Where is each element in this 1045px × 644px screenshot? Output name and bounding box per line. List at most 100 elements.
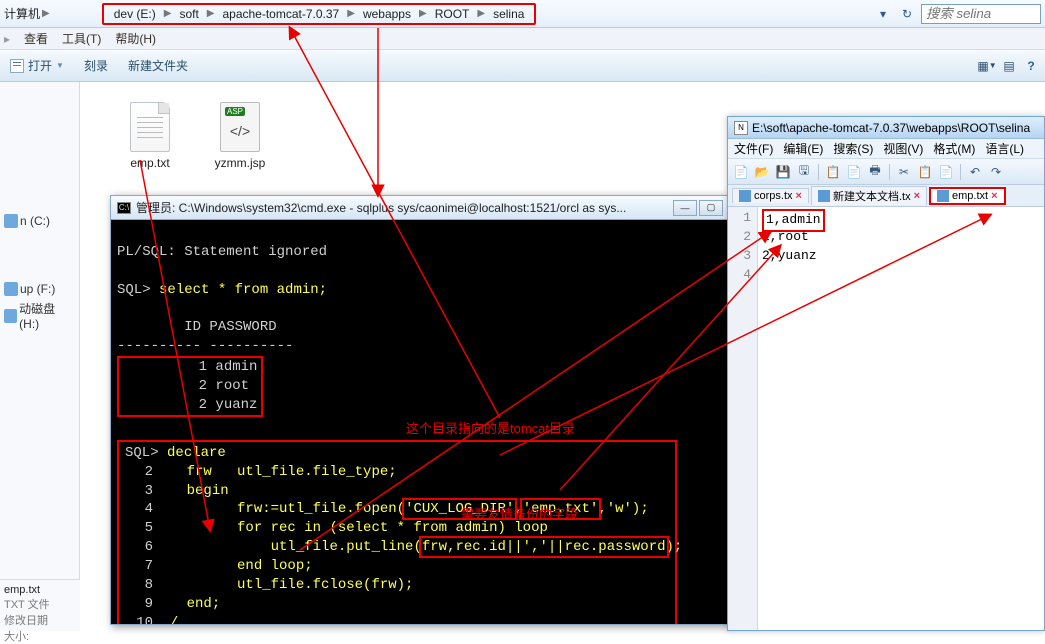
close-icon[interactable]: × [914,190,920,202]
dropdown-icon[interactable]: ▾ [873,4,893,24]
new-folder-button[interactable]: 新建文件夹 [124,55,192,76]
preview-pane-icon[interactable]: ▤ [1001,58,1017,74]
open-file-icon[interactable]: 📂 [753,163,771,181]
tab-emp-txt[interactable]: emp.txt× [929,187,1006,205]
chevron-right-icon: ▶ [417,8,429,19]
cmd-body[interactable]: PL/SQL: Statement ignored SQL> select * … [111,220,729,624]
editor-window: N E:\soft\apache-tomcat-7.0.37\webapps\R… [727,116,1045,631]
file-label: yzmm.jsp [215,156,266,170]
asp-tag: ASP [225,107,245,116]
breadcrumb-selina[interactable]: selina [487,5,530,23]
view-tiles-icon[interactable]: ▦ ▼ [979,58,995,74]
chevron-down-icon: ▼ [56,61,64,70]
editor-tabs: corps.tx× 新建文本文档.tx× emp.txt× [728,185,1044,207]
cmd-titlebar[interactable]: C:\ 管理员: C:\Windows\system32\cmd.exe - s… [111,196,729,220]
undo-icon[interactable]: ↶ [966,163,984,181]
breadcrumb-computer[interactable]: 计算机 [4,5,40,22]
drive-icon [4,282,18,296]
notepad-icon [10,59,24,73]
cmd-title-text: 管理员: C:\Windows\system32\cmd.exe - sqlpl… [136,199,673,216]
menu-bar: ▸ 查看 工具(T) 帮助(H) [0,28,1045,50]
search-input[interactable] [921,4,1041,24]
paste2-icon[interactable]: 📄 [937,163,955,181]
copy2-icon[interactable]: 📋 [916,163,934,181]
line-gutter: 1234 [728,207,758,630]
file-icon [818,190,830,202]
editor-menu-edit[interactable]: 编辑(E) [783,140,823,157]
address-actions: ▾ ↻ [873,4,1041,24]
tab-newdoc[interactable]: 新建文本文档.tx× [811,186,927,205]
close-icon[interactable]: × [991,190,997,202]
nav-pane: n (C:) up (F:) 动磁盘 (H:) [0,82,80,631]
tab-corps[interactable]: corps.tx× [732,188,809,203]
file-yzmm-jsp[interactable]: ASP </> yzmm.jsp [210,102,270,170]
editor-menu-file[interactable]: 文件(F) [734,140,773,157]
editor-menu-lang[interactable]: 语言(L) [985,140,1024,157]
chevron-right-icon: ▶ [40,8,52,19]
breadcrumb-webapps[interactable]: webapps [357,5,417,23]
nav-h-drive[interactable]: 动磁盘 (H:) [4,298,75,333]
drive-icon [4,214,18,228]
nav-c-drive[interactable]: n (C:) [4,212,75,230]
file-icon [739,190,751,202]
menu-tools[interactable]: 工具(T) [62,30,101,47]
annotation-fields: 需要友情备份的字段 [461,506,578,524]
editor-toolbar: 📄 📂 💾 🖫 📋 📄 🖶 ✂ 📋 📄 ↶ ↷ [728,159,1044,185]
refresh-icon[interactable]: ↻ [897,4,917,24]
maximize-button[interactable]: ▢ [699,200,723,216]
editor-menu: 文件(F) 编辑(E) 搜索(S) 视图(V) 格式(M) 语言(L) [728,139,1044,159]
open-label: 打开 [28,57,52,74]
chevron-right-icon: ▶ [162,8,174,19]
nav-f-drive[interactable]: up (F:) [4,280,75,298]
asp-file-icon: ASP </> [220,102,260,152]
cut-icon[interactable]: ✂ [895,163,913,181]
sql-stmt: select * from admin; [159,282,327,298]
code-area[interactable]: 1,admin 2,root 2,yuanz [758,207,1044,630]
address-bar: 计算机 ▶ dev (E:)▶ soft▶ apache-tomcat-7.0.… [0,0,1045,28]
menu-help[interactable]: 帮助(H) [115,30,156,47]
close-icon[interactable]: × [796,190,802,202]
print-icon[interactable]: 🖶 [866,163,884,181]
breadcrumb-dev[interactable]: dev (E:) [108,5,162,23]
editor-menu-view[interactable]: 视图(V) [883,140,923,157]
new-file-icon[interactable]: 📄 [732,163,750,181]
menu-view[interactable]: 查看 [24,30,48,47]
copy-icon[interactable]: 📋 [824,163,842,181]
breadcrumb-highlight: dev (E:)▶ soft▶ apache-tomcat-7.0.37▶ we… [102,3,537,25]
editor-menu-format[interactable]: 格式(M) [933,140,975,157]
txt-file-icon [130,102,170,152]
chevron-right-icon: ▶ [205,8,217,19]
breadcrumb-soft[interactable]: soft [173,5,204,23]
paste-icon[interactable]: 📄 [845,163,863,181]
open-button[interactable]: 打开 ▼ [6,55,68,76]
details-pane: emp.txt TXT 文件 修改日期 大小: [0,579,80,631]
burn-button[interactable]: 刻录 [80,55,112,76]
fields-arg: frw,rec.id||','||rec.password [422,539,666,555]
details-size-label: 大小: [4,631,29,643]
annotation-dir: 这个目录指向的是tomcat目录 [406,420,575,438]
drive-icon [4,309,17,323]
details-name: emp.txt [4,584,76,596]
plsql-block-box: SQL> declare 2 frw utl_file.file_type; 3… [117,440,677,624]
editor-title-text: E:\soft\apache-tomcat-7.0.37\webapps\ROO… [752,121,1030,135]
cmd-icon: C:\ [117,202,131,214]
code-glyph: </> [221,123,259,139]
breadcrumb-root[interactable]: ROOT [429,5,476,23]
query-result-box: 1 admin 2 root 2 yuanz [117,356,263,417]
chevron-right-icon: ▶ [475,8,487,19]
minimize-button[interactable]: — [673,200,697,216]
breadcrumb-tomcat[interactable]: apache-tomcat-7.0.37 [216,5,345,23]
file-emp-txt[interactable]: emp.txt [120,102,180,170]
details-type: TXT 文件 [4,596,76,612]
file-icon [937,190,949,202]
cmd-window: C:\ 管理员: C:\Windows\system32\cmd.exe - s… [110,195,730,625]
save-icon[interactable]: 💾 [774,163,792,181]
save-all-icon[interactable]: 🖫 [795,163,813,181]
notepadpp-icon: N [734,121,748,135]
editor-titlebar[interactable]: N E:\soft\apache-tomcat-7.0.37\webapps\R… [728,117,1044,139]
help-icon[interactable]: ? [1023,58,1039,74]
details-mod-label: 修改日期 [4,615,48,627]
file-label: emp.txt [130,156,169,170]
redo-icon[interactable]: ↷ [987,163,1005,181]
editor-menu-search[interactable]: 搜索(S) [833,140,873,157]
